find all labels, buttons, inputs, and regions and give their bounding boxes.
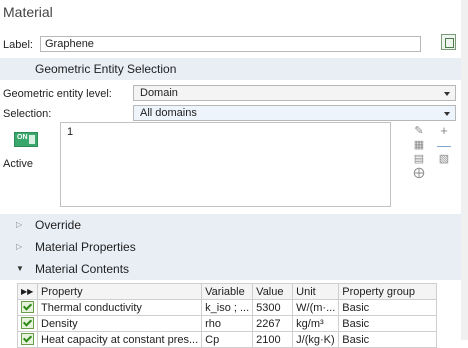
- selection-list[interactable]: 1: [60, 122, 391, 207]
- clear-selection-icon[interactable]: ▧: [437, 152, 451, 166]
- chevron-down-icon: [444, 112, 450, 116]
- material-properties-title: Material Properties: [35, 240, 136, 254]
- material-contents-title: Material Contents: [35, 262, 130, 276]
- material-contents-section[interactable]: ▼ Material Contents: [0, 258, 461, 280]
- active-toggle[interactable]: ON: [14, 132, 38, 147]
- property-cell: Density: [36, 315, 203, 332]
- section-title: Geometric Entity Selection: [35, 62, 177, 76]
- active-label: Active: [3, 158, 33, 170]
- unit-cell: W/(m·...: [292, 299, 340, 316]
- zoom-selected-icon[interactable]: ▦: [412, 138, 426, 152]
- property-cell: Thermal conductivity: [36, 299, 203, 316]
- override-section[interactable]: ▷ Override: [0, 214, 461, 236]
- table-row[interactable]: Density rho 2267 kg/m³ Basic: [17, 315, 438, 332]
- label-caption: Label:: [3, 39, 33, 51]
- selection-value: All domains: [140, 107, 197, 119]
- paste-selection-icon[interactable]: ✎: [412, 124, 426, 138]
- geometric-level-value: Domain: [140, 87, 178, 99]
- chevron-down-icon: [444, 92, 450, 96]
- column-header: Unit: [292, 283, 340, 300]
- material-contents-table: ▶▶ Property Variable Value Unit Property…: [17, 283, 438, 348]
- checkmark-icon: [17, 315, 38, 332]
- selection-select[interactable]: All domains: [133, 105, 456, 121]
- column-header: Property: [36, 283, 203, 300]
- table-row[interactable]: Thermal conductivity k_iso ; ... 5300 W/…: [17, 299, 438, 316]
- value-cell[interactable]: 2267: [252, 315, 294, 332]
- list-item[interactable]: 1: [67, 126, 73, 138]
- value-cell[interactable]: 5300: [252, 299, 294, 316]
- geometric-level-select[interactable]: Domain: [133, 85, 456, 101]
- variable-cell: k_iso ; ...: [201, 299, 254, 316]
- checkmark-icon: [17, 299, 38, 316]
- column-header: Property group: [338, 283, 438, 300]
- active-toggle-text: ON: [17, 134, 28, 141]
- panel-scrollbar[interactable]: [461, 0, 468, 340]
- geometric-entity-selection-header[interactable]: Geometric Entity Selection: [0, 58, 461, 80]
- override-title: Override: [35, 218, 82, 232]
- label-input[interactable]: Graphene: [40, 36, 421, 52]
- panel-title: Material: [3, 4, 53, 20]
- chevron-right-icon: ▷: [16, 220, 23, 229]
- toggle-knob: [29, 135, 35, 144]
- expand-icon[interactable]: ▶▶: [17, 283, 38, 300]
- geometric-level-label: Geometric entity level:: [3, 88, 112, 100]
- selection-label: Selection:: [3, 108, 52, 120]
- chevron-right-icon: ▷: [16, 242, 23, 251]
- group-cell: Basic: [338, 315, 438, 332]
- rename-icon[interactable]: [441, 34, 456, 50]
- unit-cell: kg/m³: [292, 315, 340, 332]
- group-cell: Basic: [338, 299, 438, 316]
- create-selection-icon[interactable]: ⨁: [412, 166, 426, 180]
- copy-selection-icon[interactable]: ▤: [412, 152, 426, 166]
- column-header: Value: [252, 283, 294, 300]
- variable-cell: rho: [201, 315, 254, 332]
- material-properties-section[interactable]: ▷ Material Properties: [0, 236, 461, 258]
- chevron-down-icon: ▼: [16, 264, 24, 273]
- column-header: Variable: [201, 283, 254, 300]
- add-icon[interactable]: +: [437, 124, 451, 138]
- remove-icon[interactable]: —: [437, 138, 451, 152]
- table-header-row: ▶▶ Property Variable Value Unit Property…: [17, 283, 438, 300]
